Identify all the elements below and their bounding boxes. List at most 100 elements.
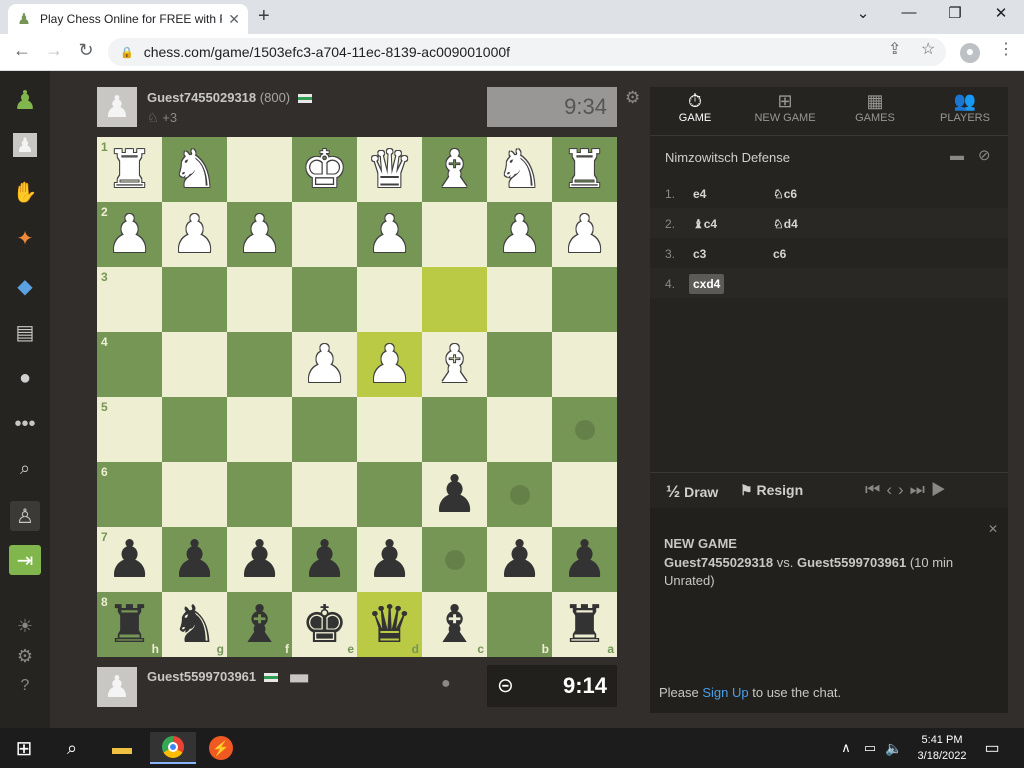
chat-toggle-icon[interactable]: ✕: [988, 522, 998, 536]
board-square[interactable]: [422, 202, 487, 267]
top-player-avatar[interactable]: ♟: [97, 87, 137, 127]
white-knight-piece[interactable]: ♞: [496, 144, 543, 196]
white-queen-piece[interactable]: ♛: [366, 144, 413, 196]
black-rook-piece[interactable]: ♜: [561, 599, 608, 651]
system-clock[interactable]: 5:41 PM 3/18/2022: [910, 732, 974, 764]
board-square[interactable]: [227, 397, 292, 462]
chat-bubble-icon[interactable]: ●: [441, 675, 451, 693]
black-pawn-piece[interactable]: ♟: [496, 534, 543, 586]
board-square[interactable]: ♝: [422, 137, 487, 202]
board-square[interactable]: [422, 267, 487, 332]
bottom-player-name[interactable]: Guest5599703961 ▮▮▮▮▮: [147, 669, 309, 684]
board-square[interactable]: [292, 397, 357, 462]
legal-move-dot[interactable]: [444, 549, 465, 570]
board-square[interactable]: 3: [97, 267, 162, 332]
app-icon[interactable]: ⚡: [202, 732, 240, 764]
board-square[interactable]: [227, 462, 292, 527]
legal-move-dot[interactable]: [574, 419, 595, 440]
white-knight-piece[interactable]: ♞: [171, 144, 218, 196]
board-square[interactable]: [422, 397, 487, 462]
white-move[interactable]: ♝c4: [693, 217, 717, 231]
file-explorer-icon[interactable]: ▬: [104, 732, 140, 764]
board-square[interactable]: [357, 397, 422, 462]
tab-players[interactable]: 👥 PLAYERS: [920, 87, 1010, 135]
add-user-icon[interactable]: ♙: [10, 501, 40, 531]
help-icon[interactable]: ?: [10, 671, 40, 701]
board-square[interactable]: ♟: [552, 527, 617, 592]
white-pawn-piece[interactable]: ♟: [236, 209, 283, 261]
sign-up-link[interactable]: Sign Up: [702, 685, 748, 700]
white-move[interactable]: cxd4: [689, 274, 725, 294]
minimize-button[interactable]: —: [886, 4, 932, 21]
tab-new-game[interactable]: ⊞ NEW GAME: [740, 87, 830, 135]
board-square[interactable]: a ♜: [552, 592, 617, 657]
black-move[interactable]: ♘c6: [773, 187, 797, 201]
board-square[interactable]: [422, 527, 487, 592]
white-pawn-piece[interactable]: ♟: [496, 209, 543, 261]
board-square[interactable]: b: [487, 592, 552, 657]
board-square[interactable]: 1 ♜: [97, 137, 162, 202]
board-square[interactable]: ♟: [357, 202, 422, 267]
close-window-button[interactable]: ✕: [978, 4, 1024, 22]
board-square[interactable]: ♟: [357, 527, 422, 592]
white-pawn-piece[interactable]: ♟: [171, 209, 218, 261]
chess-logo-icon[interactable]: ♟: [10, 85, 40, 115]
board-square[interactable]: [227, 137, 292, 202]
board-square[interactable]: [227, 332, 292, 397]
tab-game[interactable]: ⏱ GAME: [650, 87, 740, 135]
board-square[interactable]: [487, 397, 552, 462]
notifications-icon[interactable]: ▭: [980, 732, 1004, 764]
black-rook-piece[interactable]: ♜: [106, 599, 153, 651]
next-move-icon[interactable]: ›: [898, 480, 910, 499]
white-rook-piece[interactable]: ♜: [561, 144, 608, 196]
news-icon[interactable]: ▤: [10, 317, 40, 347]
white-pawn-piece[interactable]: ♟: [106, 209, 153, 261]
browser-tab[interactable]: ♟ Play Chess Online for FREE with F ✕: [8, 4, 248, 34]
board-square[interactable]: [162, 462, 227, 527]
board-square[interactable]: ♟: [162, 202, 227, 267]
board-square[interactable]: [292, 462, 357, 527]
board-square[interactable]: d ♛: [357, 592, 422, 657]
play-icon[interactable]: ▶: [931, 480, 952, 499]
first-move-icon[interactable]: ⏮: [865, 480, 886, 499]
play-hand-icon[interactable]: ✋: [10, 177, 40, 207]
board-square[interactable]: 6: [97, 462, 162, 527]
black-pawn-piece[interactable]: ♟: [171, 534, 218, 586]
board-square[interactable]: [357, 462, 422, 527]
bottom-player-avatar[interactable]: ♟: [97, 667, 137, 707]
board-square[interactable]: [162, 397, 227, 462]
network-icon[interactable]: ▭: [860, 732, 880, 764]
board-square[interactable]: [357, 267, 422, 332]
white-king-piece[interactable]: ♚: [301, 144, 348, 196]
restore-button[interactable]: ❐: [932, 4, 978, 22]
back-arrow-icon[interactable]: ←: [10, 40, 34, 61]
board-square[interactable]: 4: [97, 332, 162, 397]
book-icon[interactable]: ▬: [950, 147, 964, 163]
black-pawn-piece[interactable]: ♟: [431, 469, 478, 521]
board-settings-gear-icon[interactable]: ⚙: [625, 88, 640, 108]
tab-games[interactable]: ▦ GAMES: [830, 87, 920, 135]
board-square[interactable]: ♜: [552, 137, 617, 202]
bookmark-star-icon[interactable]: ☆: [921, 39, 935, 59]
windows-start-icon[interactable]: ⊞: [8, 732, 40, 764]
black-move[interactable]: c6: [773, 247, 786, 261]
black-pawn-piece[interactable]: ♟: [366, 534, 413, 586]
board-square[interactable]: ♟: [357, 332, 422, 397]
prev-move-icon[interactable]: ‹: [886, 480, 898, 499]
board-square[interactable]: [552, 267, 617, 332]
board-square[interactable]: ♟: [292, 527, 357, 592]
board-square[interactable]: 2 ♟: [97, 202, 162, 267]
board-square[interactable]: 8 h ♜: [97, 592, 162, 657]
puzzle-icon[interactable]: ✦: [10, 223, 40, 253]
black-bishop-piece[interactable]: ♝: [431, 599, 478, 651]
black-bishop-piece[interactable]: ♝: [236, 599, 283, 651]
forward-arrow-icon[interactable]: →: [42, 40, 66, 61]
board-square[interactable]: ♟: [227, 202, 292, 267]
black-move[interactable]: ♘d4: [773, 217, 798, 231]
chrome-icon[interactable]: [150, 732, 196, 764]
draw-button[interactable]: ½ Draw: [666, 482, 718, 502]
black-pawn-piece[interactable]: ♟: [236, 534, 283, 586]
black-king-piece[interactable]: ♚: [301, 599, 348, 651]
white-bishop-piece[interactable]: ♝: [431, 144, 478, 196]
login-icon[interactable]: ⇥: [9, 545, 41, 575]
